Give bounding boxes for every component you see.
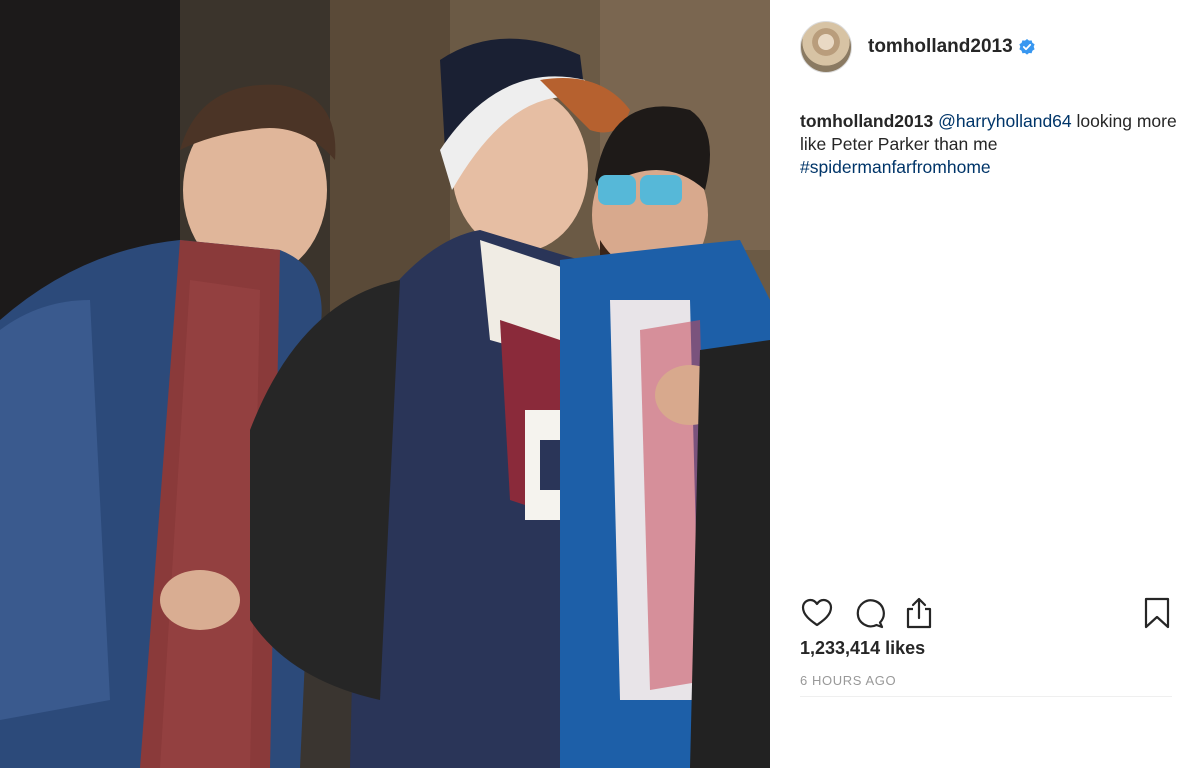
- post-actions: [800, 596, 1172, 630]
- avatar[interactable]: [800, 21, 852, 73]
- heart-icon[interactable]: [800, 596, 834, 630]
- post-caption: tomholland2013 @harryholland64 looking m…: [800, 110, 1180, 179]
- bookmark-icon[interactable]: [1140, 596, 1174, 630]
- photo-illustration: [0, 0, 770, 768]
- share-icon[interactable]: [902, 596, 936, 630]
- caption-hashtag-link[interactable]: #spidermanfarfromhome: [800, 157, 991, 177]
- verified-badge-icon: [1019, 39, 1035, 55]
- post-photo[interactable]: [0, 0, 770, 768]
- post-detail-panel: tomholland2013 tomholland2013 @harryholl…: [770, 0, 1200, 768]
- caption-mention-link[interactable]: @harryholland64: [938, 111, 1072, 131]
- likes-count[interactable]: 1,233,414 likes: [800, 638, 925, 659]
- header-username[interactable]: tomholland2013: [868, 36, 1013, 58]
- comment-icon[interactable]: [852, 596, 886, 630]
- divider: [800, 696, 1172, 697]
- post-timestamp[interactable]: 6 HOURS AGO: [800, 673, 896, 688]
- post-header: tomholland2013: [800, 20, 1035, 74]
- caption-username[interactable]: tomholland2013: [800, 111, 933, 131]
